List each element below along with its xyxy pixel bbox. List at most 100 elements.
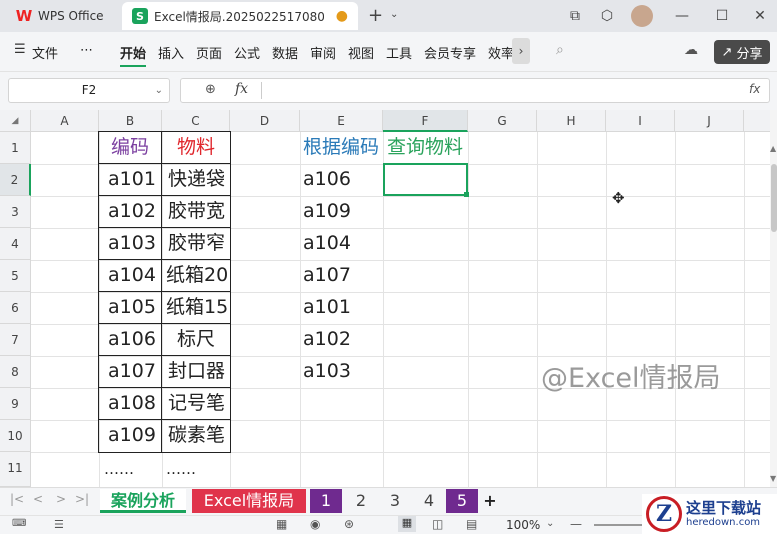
cell-c9[interactable]: 记号笔: [168, 388, 225, 419]
minimize-icon[interactable]: —: [670, 4, 694, 28]
column-header-c[interactable]: C: [162, 110, 230, 132]
cell-c11[interactable]: ……: [166, 454, 196, 485]
cell-b5[interactable]: a104: [108, 260, 156, 291]
menu-member[interactable]: 会员专享: [424, 43, 476, 62]
eye-icon[interactable]: ◉: [310, 517, 320, 531]
menu-data[interactable]: 数据: [272, 43, 298, 62]
share-button[interactable]: ↗ 分享: [714, 40, 770, 64]
cell-c3[interactable]: 胶带宽: [168, 196, 225, 227]
search-icon[interactable]: ⌕: [556, 42, 564, 58]
row-header-4[interactable]: 4: [0, 228, 31, 260]
row-header-8[interactable]: 8: [0, 356, 31, 388]
cell-b6[interactable]: a105: [108, 292, 156, 323]
scrollbar-thumb[interactable]: [771, 164, 777, 232]
column-header-f[interactable]: F: [383, 110, 468, 132]
column-header-g[interactable]: G: [468, 110, 537, 132]
next-sheet-icon[interactable]: >: [56, 492, 66, 506]
cell-c1[interactable]: 物料: [177, 132, 215, 163]
cloud-upload-icon[interactable]: ☁: [684, 42, 698, 58]
last-sheet-icon[interactable]: >|: [75, 492, 89, 506]
row-header-11[interactable]: 11: [0, 452, 31, 487]
cell-b1[interactable]: 编码: [111, 132, 149, 163]
cell-b9[interactable]: a108: [108, 388, 156, 419]
page-layout-icon[interactable]: ◫: [432, 517, 443, 531]
maximize-icon[interactable]: ☐: [710, 4, 734, 28]
normal-view-icon[interactable]: ▦: [398, 516, 416, 532]
row-header-6[interactable]: 6: [0, 292, 31, 324]
scroll-up-icon[interactable]: ▲: [770, 144, 776, 153]
expand-formula-icon[interactable]: fx: [749, 82, 760, 96]
name-box[interactable]: F2 ⌄: [8, 78, 170, 103]
menu-view[interactable]: 视图: [348, 43, 374, 62]
cell-f1[interactable]: 查询物料: [387, 132, 463, 163]
cell-b11[interactable]: ……: [104, 454, 134, 485]
sheet-tab-5[interactable]: 5: [446, 489, 478, 513]
avatar[interactable]: [631, 5, 653, 27]
active-cell-f2[interactable]: [383, 163, 468, 196]
column-header-e[interactable]: E: [300, 110, 383, 132]
grid-toggle-icon[interactable]: ▦: [276, 517, 287, 531]
cell-c2[interactable]: 快递袋: [168, 164, 225, 195]
chevron-down-icon[interactable]: ⌄: [155, 79, 163, 102]
column-header-h[interactable]: H: [537, 110, 606, 132]
window-tile-icon[interactable]: ⧉: [563, 4, 587, 28]
column-header-a[interactable]: A: [31, 110, 99, 132]
tab-wps-home[interactable]: W WPS Office: [6, 2, 112, 30]
cell-b2[interactable]: a101: [108, 164, 156, 195]
cell-c10[interactable]: 碳素笔: [168, 420, 225, 451]
fill-handle[interactable]: [464, 192, 469, 197]
menu-formula[interactable]: 公式: [234, 43, 260, 62]
column-header-i[interactable]: I: [606, 110, 675, 132]
cell-e3[interactable]: a109: [303, 196, 351, 227]
menu-tools[interactable]: 工具: [386, 43, 412, 62]
tab-document[interactable]: S Excel情报局.20250225170809 ●: [122, 2, 358, 30]
cell-c5[interactable]: 纸箱20: [166, 260, 228, 291]
menu-page[interactable]: 页面: [196, 43, 222, 62]
scroll-down-icon[interactable]: ▼: [770, 474, 776, 483]
add-sheet-button[interactable]: +: [480, 489, 500, 513]
menu-review[interactable]: 审阅: [310, 43, 336, 62]
cell-b4[interactable]: a103: [108, 228, 156, 259]
page-break-icon[interactable]: ▤: [466, 517, 477, 531]
formula-input[interactable]: ⊕ fx fx: [180, 78, 770, 103]
more-icon[interactable]: ⋯: [80, 43, 93, 58]
row-header-3[interactable]: 3: [0, 196, 31, 228]
hamburger-icon[interactable]: ☰: [14, 42, 26, 57]
cell-e8[interactable]: a103: [303, 356, 351, 387]
zoom-out-icon[interactable]: —: [570, 517, 582, 531]
row-header-1[interactable]: 1: [0, 132, 31, 164]
zoom-formula-icon[interactable]: ⊕: [205, 82, 216, 97]
select-all-corner[interactable]: ◢: [0, 110, 31, 132]
row-header-2[interactable]: 2: [0, 164, 31, 196]
cell-b10[interactable]: a109: [108, 420, 156, 451]
cell-b7[interactable]: a106: [108, 324, 156, 355]
close-icon[interactable]: ✕: [748, 4, 772, 28]
column-header-k[interactable]: [744, 110, 770, 132]
fx-icon[interactable]: fx: [235, 81, 248, 97]
row-header-9[interactable]: 9: [0, 388, 31, 420]
row-header-10[interactable]: 10: [0, 420, 31, 452]
zoom-chevron-icon[interactable]: ⌄: [546, 518, 554, 529]
sheet-tab-2[interactable]: 2: [346, 489, 376, 513]
cell-b3[interactable]: a102: [108, 196, 156, 227]
prev-sheet-icon[interactable]: <: [33, 492, 43, 506]
cell-e7[interactable]: a102: [303, 324, 351, 355]
cell-c8[interactable]: 封口器: [168, 356, 225, 387]
ribbon-scroll-right-icon[interactable]: ›: [512, 38, 530, 64]
menu-efficiency[interactable]: 效率: [488, 43, 514, 62]
column-header-d[interactable]: D: [230, 110, 300, 132]
cell-e2[interactable]: a106: [303, 164, 351, 195]
sheet-tab-case[interactable]: 案例分析: [100, 489, 186, 513]
menu-home[interactable]: 开始: [120, 43, 147, 67]
protect-icon[interactable]: ⊛: [344, 517, 354, 531]
sheet-tab-1[interactable]: 1: [310, 489, 342, 513]
cell-b8[interactable]: a107: [108, 356, 156, 387]
cell-c6[interactable]: 纸箱15: [166, 292, 228, 323]
cell-e4[interactable]: a104: [303, 228, 351, 259]
first-sheet-icon[interactable]: |<: [10, 492, 24, 506]
column-header-j[interactable]: J: [675, 110, 744, 132]
menu-file[interactable]: 文件: [32, 43, 58, 62]
zoom-level[interactable]: 100%: [506, 518, 540, 532]
list-view-icon[interactable]: ☰: [54, 518, 64, 531]
cell-e1[interactable]: 根据编码: [303, 132, 379, 163]
